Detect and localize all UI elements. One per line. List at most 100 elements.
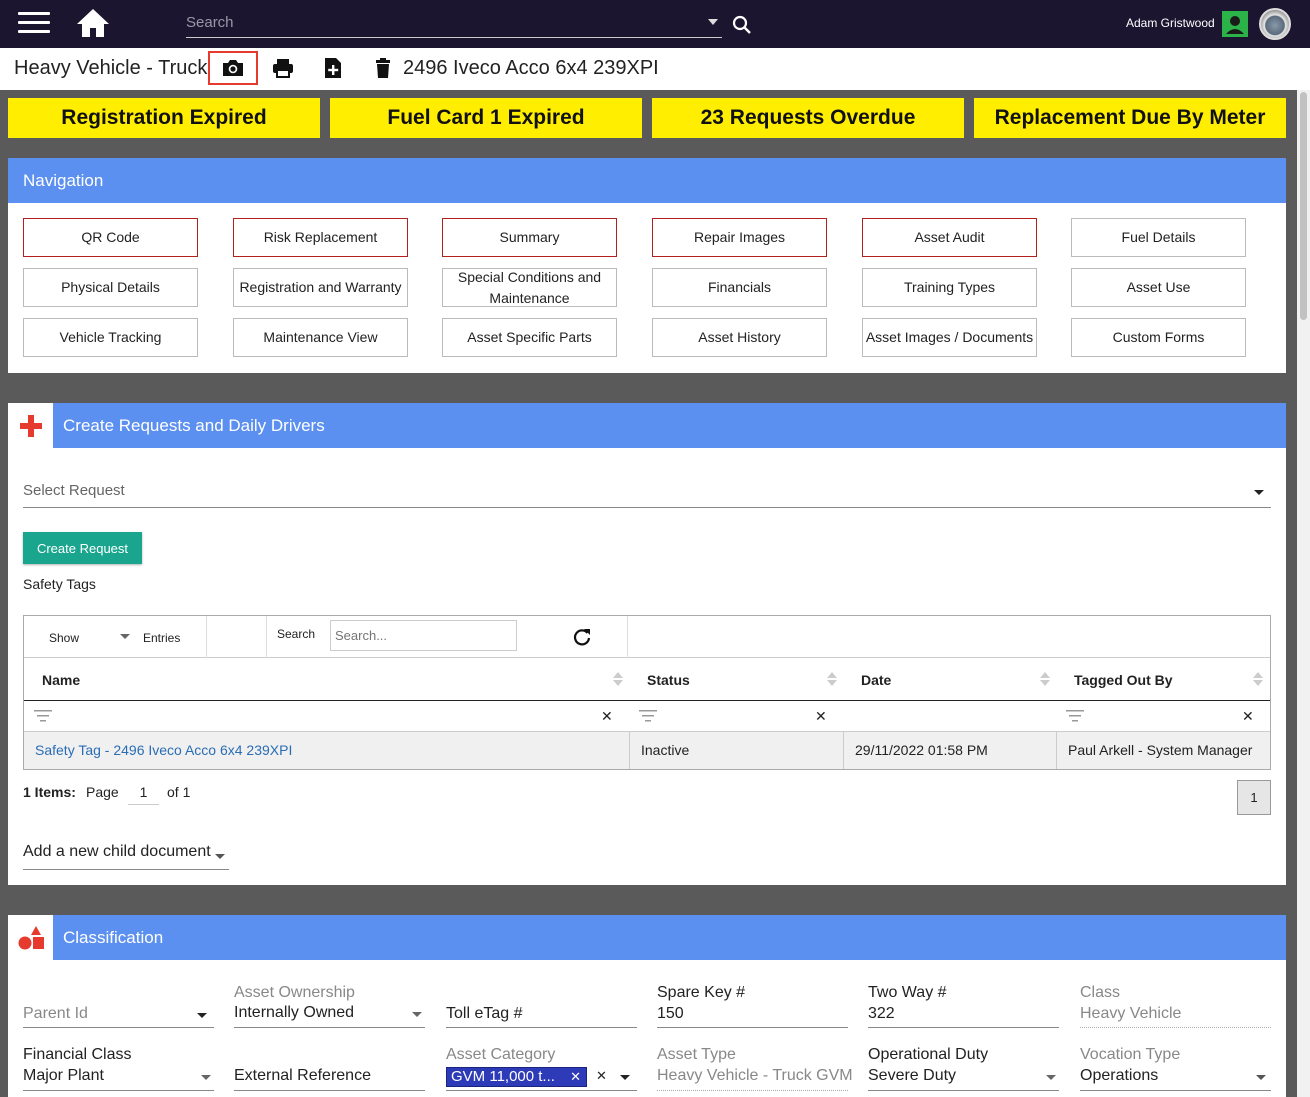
alert-fuel-card-expired[interactable]: Fuel Card 1 Expired [330,98,642,138]
select-request-dropdown[interactable]: Select Request [23,473,1271,508]
nav-training-types[interactable]: Training Types [862,268,1037,307]
nav-asset-audit[interactable]: Asset Audit [862,218,1037,257]
page-number-input[interactable]: 1 [128,784,159,805]
cell-status: Inactive [641,742,690,758]
vocation-type-label: Vocation Type [1080,1046,1181,1063]
filter-icon[interactable] [1066,710,1084,722]
asset-ownership-field[interactable]: Asset Ownership Internally Owned [234,984,425,1028]
nav-repair-images[interactable]: Repair Images [652,218,827,257]
sort-icon[interactable] [1040,672,1050,686]
user-name[interactable]: Adam Gristwood [1126,16,1215,30]
operational-duty-field[interactable]: Operational Duty Severe Duty [868,1046,1059,1091]
nav-registration-warranty[interactable]: Registration and Warranty [233,268,408,307]
user-profile-icon[interactable] [1222,11,1248,37]
column-tagged-out-by[interactable]: Tagged Out By [1074,672,1173,688]
sort-icon[interactable] [827,672,837,686]
column-name[interactable]: Name [42,672,80,688]
asset-category-field[interactable]: Asset Category GVM 11,000 t... ✕ ✕ [446,1046,637,1091]
add-child-document-dropdown[interactable]: Add a new child document [23,843,229,870]
asset-ownership-value: Internally Owned [234,1004,355,1021]
column-status[interactable]: Status [647,672,690,688]
asset-category-chip-text: GVM 11,000 t... [451,1068,555,1085]
search-dropdown-icon[interactable] [708,19,718,25]
alert-requests-overdue[interactable]: 23 Requests Overdue [652,98,964,138]
chevron-down-icon[interactable] [201,1075,211,1080]
page-size-dropdown-icon[interactable] [120,634,130,639]
new-document-button[interactable] [308,51,358,85]
avatar[interactable] [1259,8,1291,40]
print-icon [273,59,293,78]
external-reference-field[interactable]: External Reference [234,1058,425,1091]
nav-physical-details[interactable]: Physical Details [23,268,198,307]
filter-icon[interactable] [34,710,52,722]
search-icon[interactable] [732,15,752,35]
clear-filter-icon[interactable]: ✕ [1242,708,1254,725]
safety-tag-link[interactable]: Safety Tag - 2496 Iveco Acco 6x4 239XPI [35,742,292,758]
sort-icon[interactable] [613,672,623,686]
nav-fuel-details[interactable]: Fuel Details [1071,218,1246,257]
safety-tags-grid: Show Entries Search Name Status Date Tag… [23,615,1271,770]
refresh-icon[interactable] [573,628,591,646]
filter-icon[interactable] [639,710,657,722]
asset-category-chip[interactable]: GVM 11,000 t... ✕ [446,1067,587,1087]
remove-chip-icon[interactable]: ✕ [570,1069,581,1085]
alert-registration-expired[interactable]: Registration Expired [8,98,320,138]
toll-etag-field[interactable]: Toll eTag # [446,995,637,1028]
nav-summary[interactable]: Summary [442,218,617,257]
sort-icon[interactable] [1253,672,1263,686]
menu-icon[interactable] [18,12,50,34]
nav-special-conditions[interactable]: Special Conditions and Maintenance [442,268,617,307]
chevron-down-icon[interactable] [1046,1075,1056,1080]
chevron-down-icon[interactable] [1256,1075,1266,1080]
nav-asset-use[interactable]: Asset Use [1071,268,1246,307]
clear-filter-icon[interactable]: ✕ [601,708,613,725]
nav-asset-specific-parts[interactable]: Asset Specific Parts [442,318,617,357]
chevron-down-icon[interactable] [412,1012,422,1017]
chevron-down-icon[interactable] [1254,490,1264,495]
alert-replacement-due[interactable]: Replacement Due By Meter [974,98,1286,138]
toll-etag-label: Toll eTag # [446,1005,523,1022]
navigation-header: Navigation [8,158,1286,203]
nav-risk-replacement[interactable]: Risk Replacement [233,218,408,257]
clear-filter-icon[interactable]: ✕ [815,708,827,725]
nav-custom-forms[interactable]: Custom Forms [1071,318,1246,357]
chevron-down-icon[interactable] [215,854,225,859]
nav-asset-history[interactable]: Asset History [652,318,827,357]
scrollbar-thumb[interactable] [1300,92,1307,320]
asset-type-value: Heavy Vehicle - Truck GVM [657,1067,853,1084]
nav-asset-images-documents[interactable]: Asset Images / Documents [862,318,1037,357]
page-scrollbar[interactable] [1297,90,1310,1097]
shapes-icon [8,915,53,960]
two-way-field[interactable]: Two Way # 322 [868,984,1059,1028]
chevron-down-icon[interactable] [620,1075,630,1080]
chevron-down-icon[interactable] [197,1013,207,1018]
operational-duty-label: Operational Duty [868,1046,989,1063]
classification-panel: Classification Parent Id Asset Ownership… [8,915,1286,1097]
spare-key-value: 150 [657,1005,684,1022]
global-search-input[interactable] [186,8,722,36]
vocation-type-field[interactable]: Vocation Type Operations [1080,1046,1271,1091]
global-search[interactable] [186,8,722,38]
grid-search-input[interactable] [330,620,517,651]
spare-key-field[interactable]: Spare Key # 150 [657,984,848,1028]
delete-button[interactable] [358,51,408,85]
page-1-button[interactable]: 1 [1237,780,1271,815]
parent-id-field[interactable]: Parent Id [23,995,214,1028]
financial-class-field[interactable]: Financial Class Major Plant [23,1046,214,1091]
two-way-label: Two Way # [868,984,947,1001]
print-button[interactable] [258,51,308,85]
requests-header: Create Requests and Daily Drivers [8,403,1286,448]
class-label: Class [1080,984,1121,1001]
create-request-button[interactable]: Create Request [23,532,142,564]
nav-maintenance-view[interactable]: Maintenance View [233,318,408,357]
camera-button[interactable] [208,51,258,85]
table-row[interactable]: Safety Tag - 2496 Iveco Acco 6x4 239XPI … [24,732,1270,769]
home-icon[interactable] [76,8,110,38]
nav-vehicle-tracking[interactable]: Vehicle Tracking [23,318,198,357]
asset-title: 2496 Iveco Acco 6x4 239XPI [403,57,659,79]
nav-financials[interactable]: Financials [652,268,827,307]
nav-qr-code[interactable]: QR Code [23,218,198,257]
clear-selection-icon[interactable]: ✕ [596,1068,607,1084]
column-date[interactable]: Date [861,672,891,688]
class-field: Class Heavy Vehicle [1080,984,1271,1028]
